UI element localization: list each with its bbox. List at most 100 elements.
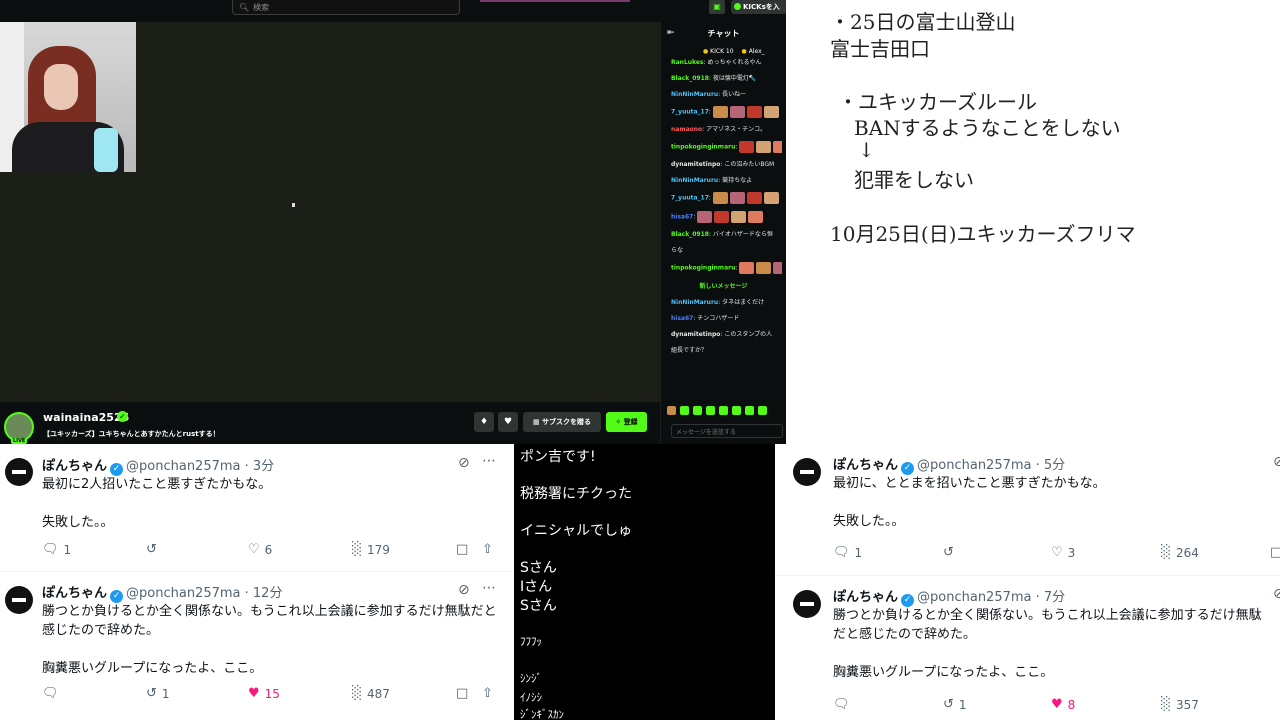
tweet-handle[interactable]: @ponchan257ma (917, 590, 1031, 605)
tweet[interactable]: ぽんちゃん ✓ @ponchan257ma · 3分 ⊘ ⋯ 最初に2人招いたこと悪… (0, 444, 514, 570)
emote-icon[interactable] (758, 406, 767, 415)
reply-button[interactable]: 🗨︎ (833, 697, 855, 712)
avatar[interactable] (5, 458, 33, 486)
like-button[interactable]: ♥ 15 (248, 686, 280, 701)
tweet-time[interactable]: 7分 (1044, 590, 1065, 605)
tweet-author-name[interactable]: ぽんちゃん (42, 586, 107, 601)
chat-message[interactable]: hisa67: チンコハザード (671, 314, 782, 323)
chat-username[interactable]: dynamitetinpo (671, 161, 720, 168)
emote-icon[interactable] (667, 406, 676, 415)
chat-username[interactable]: Black_0918 (671, 75, 709, 82)
tweet-author-name[interactable]: ぽんちゃん (833, 590, 898, 605)
chat-message[interactable]: dynamitetinpo: このスタンプの人 (671, 330, 782, 339)
more-icon[interactable]: ⋯ (482, 453, 497, 469)
grok-icon[interactable]: ⊘ (1273, 586, 1280, 602)
emote-icon[interactable] (706, 406, 715, 415)
grok-icon[interactable]: ⊘ (1273, 454, 1280, 470)
chat-message[interactable]: らな (671, 246, 782, 255)
gift-subscription-button[interactable]: ▦ サブスクを贈る (523, 412, 601, 432)
chat-message[interactable]: Black_0918: バイオハザードなら恒 (671, 230, 782, 239)
chat-message[interactable]: dynamitetinpo: この沼みたいBGM (671, 160, 782, 169)
emote-icon[interactable] (732, 406, 741, 415)
tweet-handle[interactable]: @ponchan257ma (917, 458, 1031, 473)
views-button[interactable]: ░ 357 (1161, 697, 1199, 712)
avatar[interactable] (793, 590, 821, 618)
video-player[interactable] (0, 22, 660, 402)
avatar[interactable] (793, 458, 821, 486)
tweet-time[interactable]: 5分 (1044, 458, 1065, 473)
chat-username[interactable]: tinpokoginginmaru (671, 144, 735, 151)
tweet-author-name[interactable]: ぽんちゃん (42, 459, 107, 474)
emote-icon[interactable] (719, 406, 728, 415)
tweet[interactable]: ぽんちゃん ✓ @ponchan257ma · 12分 ⊘ ⋯ 勝つとか負けるとか全… (0, 572, 514, 720)
tweet-handle[interactable]: @ponchan257ma (126, 459, 240, 474)
chat-username[interactable]: NinNinMaruru (671, 299, 718, 306)
favorite-button[interactable]: ♥ (498, 412, 518, 432)
share-button[interactable]: ⇧ (482, 542, 493, 557)
chat-message[interactable]: NinNinMaruru: 長いねー (671, 90, 782, 99)
chat-message[interactable]: namaono: アマゾネス・チンコ。 (671, 125, 782, 134)
emote-icon[interactable] (693, 406, 702, 415)
chat-message[interactable]: hisa67: (671, 211, 782, 223)
verified-icon: ✓ (117, 411, 128, 422)
retweet-button[interactable]: ↺ 1 (943, 697, 967, 712)
kicks-button[interactable]: KICKsを入 (731, 0, 786, 14)
notification-bell-button[interactable]: ♦ (474, 412, 494, 432)
tweet-time[interactable]: 3分 (253, 459, 274, 474)
bookmark-button[interactable]: □ (1270, 545, 1280, 560)
chat-message[interactable]: tinpokoginginmaru: (671, 141, 782, 153)
views-button[interactable]: ░ 179 (352, 542, 390, 557)
chat-username[interactable]: RanLukes (671, 59, 704, 66)
grok-icon[interactable]: ⊘ (458, 582, 470, 598)
follow-button[interactable]: ✧ 登録 (606, 412, 647, 432)
emote-icon[interactable] (745, 406, 754, 415)
chat-username[interactable]: namaono (671, 126, 702, 133)
chat-message[interactable]: 7_yuuta_17: (671, 192, 782, 204)
share-button[interactable]: ⇧ (482, 686, 493, 701)
chat-message[interactable]: RanLukes: めっちゃくれるやん (671, 58, 782, 67)
chat-username[interactable]: 7_yuuta_17 (671, 109, 709, 116)
bookmark-button[interactable]: □ (456, 542, 468, 557)
views-button[interactable]: ░ 487 (352, 686, 390, 701)
chat-username[interactable]: 7_yuuta_17 (671, 195, 709, 202)
chat-message[interactable]: NinNinMaruru: 競持ちなよ (671, 176, 782, 185)
chat-username[interactable]: dynamitetinpo (671, 331, 720, 338)
chat-message[interactable]: tinpokoginginmaru: (671, 262, 782, 274)
retweet-button[interactable]: ↺ (943, 545, 959, 560)
chat-username[interactable]: hisa67 (671, 315, 693, 322)
tweet-time[interactable]: 12分 (253, 586, 283, 601)
reply-button[interactable]: 🗨︎ 1 (833, 545, 862, 560)
tweet[interactable]: ぽんちゃん ✓ @ponchan257ma · 7分 ⊘ 勝つとか負けるとか全く関係… (775, 576, 1280, 720)
tweet-handle[interactable]: @ponchan257ma (126, 586, 240, 601)
grok-icon[interactable]: ⊘ (458, 455, 470, 471)
reply-button[interactable]: 🗨︎ (42, 686, 64, 701)
more-icon[interactable]: ⋯ (482, 580, 497, 596)
like-button[interactable]: ♥ 8 (1051, 697, 1075, 712)
reply-button[interactable]: 🗨︎ 1 (42, 542, 71, 557)
bookmark-button[interactable]: □ (456, 686, 468, 701)
avatar[interactable] (5, 586, 33, 614)
tweet[interactable]: ぽんちゃん ✓ @ponchan257ma · 5分 ⊘ 最初に、ととまを招いたこと… (775, 444, 1280, 574)
heart-icon: ♥ (503, 417, 513, 427)
tweet-author-name[interactable]: ぽんちゃん (833, 458, 898, 473)
leaderboard-item[interactable]: ● Alex_ (742, 48, 765, 55)
gift-icon[interactable]: ▣ (709, 0, 725, 14)
chat-username[interactable]: NinNinMaruru (671, 91, 718, 98)
retweet-button[interactable]: ↺ 1 (146, 686, 170, 701)
chat-message[interactable]: NinNinMaruru: タネはまくだけ (671, 298, 782, 307)
chat-username[interactable]: NinNinMaruru (671, 177, 718, 184)
chat-username[interactable]: Black_0918 (671, 231, 709, 238)
views-button[interactable]: ░ 264 (1161, 545, 1199, 560)
emote-icon[interactable] (680, 406, 689, 415)
like-button[interactable]: ♡ 3 (1051, 545, 1075, 560)
chat-username[interactable]: tinpokoginginmaru (671, 265, 735, 272)
search-input[interactable]: 🔍︎ 検索 (232, 0, 460, 15)
chat-message[interactable]: 組長ですか？ (671, 346, 782, 355)
chat-input[interactable]: メッセージを送信する (671, 424, 783, 438)
leaderboard-item[interactable]: ● KICK 10 (703, 48, 734, 55)
chat-username[interactable]: hisa67 (671, 214, 693, 221)
chat-message[interactable]: Black_0918: 夜は懐中電灯🔦 (671, 74, 782, 83)
chat-message[interactable]: 7_yuuta_17: (671, 106, 782, 118)
retweet-button[interactable]: ↺ (146, 542, 162, 557)
like-button[interactable]: ♡ 6 (248, 542, 272, 557)
